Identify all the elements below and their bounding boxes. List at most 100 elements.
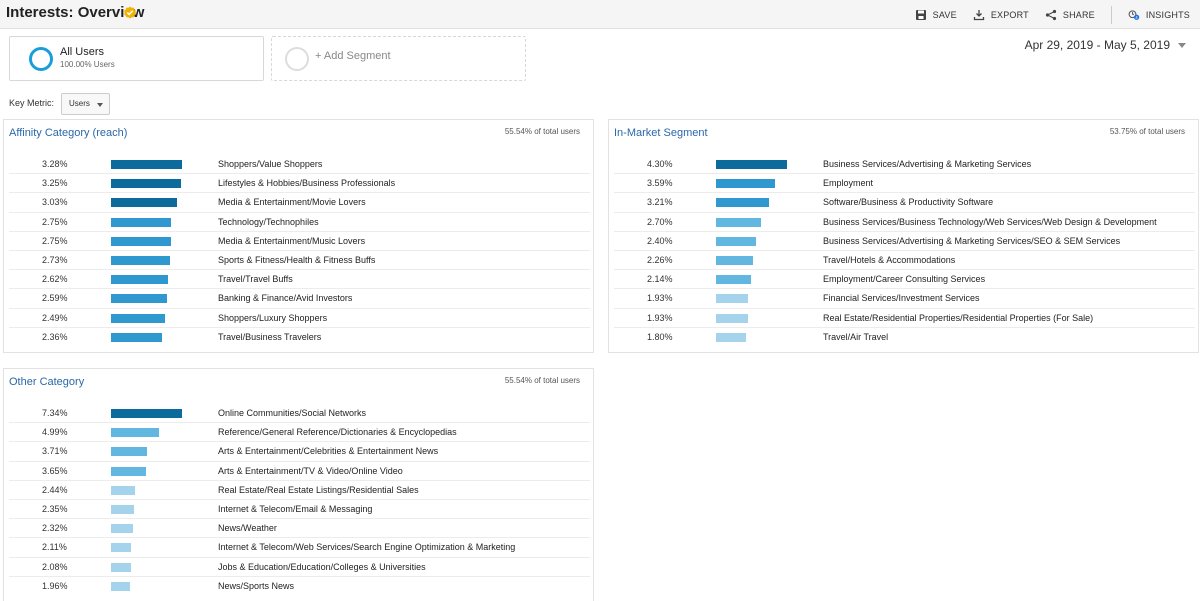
row-label[interactable]: Travel/Hotels & Accommodations [823, 255, 955, 265]
row-percentage: 7.34% [42, 408, 68, 418]
row-label[interactable]: Media & Entertainment/Music Lovers [218, 236, 365, 246]
row-label[interactable]: Employment [823, 178, 873, 188]
row-label[interactable]: Business Services/Advertising & Marketin… [823, 159, 1031, 169]
row-percentage: 2.73% [42, 254, 68, 265]
row-bar [111, 198, 177, 208]
table-row[interactable]: 2.11% Internet & Telecom/Web Services/Sea… [9, 538, 590, 558]
panel-title[interactable]: In-Market Segment [614, 127, 708, 139]
row-label[interactable]: Lifestyles & Hobbies/Business Profession… [218, 178, 395, 188]
date-range-picker[interactable]: Apr 29, 2019 - May 5, 2019 [1025, 38, 1186, 52]
panel-title[interactable]: Affinity Category (reach) [9, 127, 127, 139]
row-label[interactable]: Travel/Travel Buffs [218, 274, 293, 284]
row-bar [111, 504, 134, 514]
row-label[interactable]: Software/Business & Productivity Softwar… [823, 197, 993, 207]
table-row[interactable]: 2.40% Business Services/Advertising & Mar… [614, 232, 1195, 251]
row-label[interactable]: Business Services/Business Technology/We… [823, 217, 1157, 227]
key-metric-select[interactable]: Users [61, 93, 110, 115]
row-bar [111, 485, 135, 495]
row-percentage: 3.25% [42, 178, 68, 189]
table-row[interactable]: 2.26% Travel/Hotels & Accommodations [614, 251, 1195, 271]
affinity-rows: 3.28% Shoppers/Value Shoppers 3.25% Lifesty… [9, 155, 590, 347]
row-label[interactable]: Shoppers/Luxury Shoppers [218, 313, 327, 323]
table-row[interactable]: 7.34% Online Communities/Social Networks [9, 404, 590, 424]
table-row[interactable]: 4.99% Reference/General Reference/Diction… [9, 423, 590, 443]
table-row[interactable]: 2.73% Sports & Fitness/Health & Fitness B… [9, 251, 590, 271]
row-percentage: 2.26% [647, 254, 673, 265]
row-label[interactable]: Technology/Technophiles [218, 217, 319, 227]
row-label[interactable]: Employment/Career Consulting Services [823, 274, 985, 284]
table-row[interactable]: 2.62% Travel/Travel Buffs [9, 270, 590, 290]
row-bar [111, 217, 171, 227]
row-bar [716, 160, 787, 169]
table-row[interactable]: 2.75% Technology/Technophiles [9, 213, 590, 232]
row-percentage: 2.70% [647, 216, 673, 227]
row-percentage: 4.99% [42, 427, 68, 438]
table-row[interactable]: 2.08% Jobs & Education/Education/Colleges… [9, 558, 590, 577]
row-bar [716, 179, 775, 189]
row-label[interactable]: Travel/Business Travelers [218, 332, 321, 342]
row-label[interactable]: Business Services/Advertising & Marketin… [823, 236, 1120, 246]
row-percentage: 1.93% [647, 293, 673, 304]
table-row[interactable]: 2.44% Real Estate/Real Estate Listings/Re… [9, 481, 590, 500]
row-label[interactable]: Real Estate/Residential Properties/Resid… [823, 313, 1093, 323]
table-row[interactable]: 2.75% Media & Entertainment/Music Lovers [9, 232, 590, 251]
row-bar [111, 275, 168, 285]
add-segment-button[interactable]: + Add Segment [271, 36, 526, 81]
table-row[interactable]: 3.65% Arts & Entertainment/TV & Video/Onl… [9, 462, 590, 481]
table-row[interactable]: 3.25% Lifestyles & Hobbies/Business Profe… [9, 174, 590, 194]
table-row[interactable]: 2.32% News/Weather [9, 519, 590, 539]
table-row[interactable]: 3.59% Employment [614, 174, 1195, 194]
row-label[interactable]: Arts & Entertainment/TV & Video/Online V… [218, 466, 403, 476]
row-label[interactable]: Jobs & Education/Education/Colleges & Un… [218, 562, 426, 572]
row-bar [111, 524, 133, 534]
row-label[interactable]: Online Communities/Social Networks [218, 408, 366, 418]
table-row[interactable]: 2.35% Internet & Telecom/Email & Messagin… [9, 500, 590, 520]
table-row[interactable]: 2.14% Employment/Career Consulting Servic… [614, 270, 1195, 290]
table-row[interactable]: 2.49% Shoppers/Luxury Shoppers [9, 309, 590, 328]
row-bar [111, 313, 165, 323]
row-label[interactable]: Media & Entertainment/Movie Lovers [218, 197, 366, 207]
row-percentage: 3.65% [42, 465, 68, 476]
row-label[interactable]: Shoppers/Value Shoppers [218, 159, 322, 169]
save-button[interactable]: SAVE [915, 9, 957, 21]
table-row[interactable]: 1.80% Travel/Air Travel [614, 328, 1195, 347]
row-label[interactable]: Sports & Fitness/Health & Fitness Buffs [218, 255, 375, 265]
row-percentage: 1.93% [647, 312, 673, 323]
table-row[interactable]: 2.36% Travel/Business Travelers [9, 328, 590, 347]
table-row[interactable]: 4.30% Business Services/Advertising & Mar… [614, 155, 1195, 175]
report-header: Interests: Overview SAVE EXPORT SHARE 4 … [0, 0, 1200, 29]
row-label[interactable]: News/Sports News [218, 581, 294, 591]
share-button[interactable]: SHARE [1045, 9, 1095, 21]
row-percentage: 1.80% [647, 331, 673, 342]
table-row[interactable]: 1.93% Financial Services/Investment Servi… [614, 289, 1195, 309]
segment-all-users[interactable]: All Users 100.00% Users [9, 36, 264, 81]
table-row[interactable]: 1.96% News/Sports News [9, 577, 590, 596]
add-segment-label: + Add Segment [315, 50, 391, 62]
row-label[interactable]: Arts & Entertainment/Celebrities & Enter… [218, 446, 438, 456]
row-label[interactable]: News/Weather [218, 523, 277, 533]
row-label[interactable]: Financial Services/Investment Services [823, 293, 980, 303]
row-label[interactable]: Banking & Finance/Avid Investors [218, 293, 352, 303]
panel-title[interactable]: Other Category [9, 376, 84, 388]
row-percentage: 3.71% [42, 446, 68, 457]
row-label[interactable]: Real Estate/Real Estate Listings/Residen… [218, 485, 419, 495]
table-row[interactable]: 1.93% Real Estate/Residential Properties/… [614, 309, 1195, 328]
insights-button[interactable]: 4 INSIGHTS [1128, 9, 1190, 21]
table-row[interactable]: 2.70% Business Services/Business Technolo… [614, 213, 1195, 232]
share-icon [1045, 9, 1056, 20]
export-button[interactable]: EXPORT [973, 9, 1029, 21]
table-row[interactable]: 3.28% Shoppers/Value Shoppers [9, 155, 590, 175]
table-row[interactable]: 3.03% Media & Entertainment/Movie Lovers [9, 193, 590, 213]
row-percentage: 1.96% [42, 580, 68, 591]
row-label[interactable]: Travel/Air Travel [823, 332, 888, 342]
row-label[interactable]: Internet & Telecom/Web Services/Search E… [218, 542, 515, 552]
table-row[interactable]: 3.71% Arts & Entertainment/Celebrities & … [9, 442, 590, 462]
row-label[interactable]: Reference/General Reference/Dictionaries… [218, 427, 457, 437]
table-row[interactable]: 3.21% Software/Business & Productivity So… [614, 193, 1195, 213]
table-row[interactable]: 2.59% Banking & Finance/Avid Investors [9, 289, 590, 309]
panel-total-users: 53.75% of total users [1109, 127, 1185, 136]
date-range-text: Apr 29, 2019 - May 5, 2019 [1024, 38, 1170, 52]
row-label[interactable]: Internet & Telecom/Email & Messaging [218, 504, 372, 514]
row-percentage: 2.75% [42, 235, 68, 246]
row-percentage: 2.36% [42, 331, 68, 342]
